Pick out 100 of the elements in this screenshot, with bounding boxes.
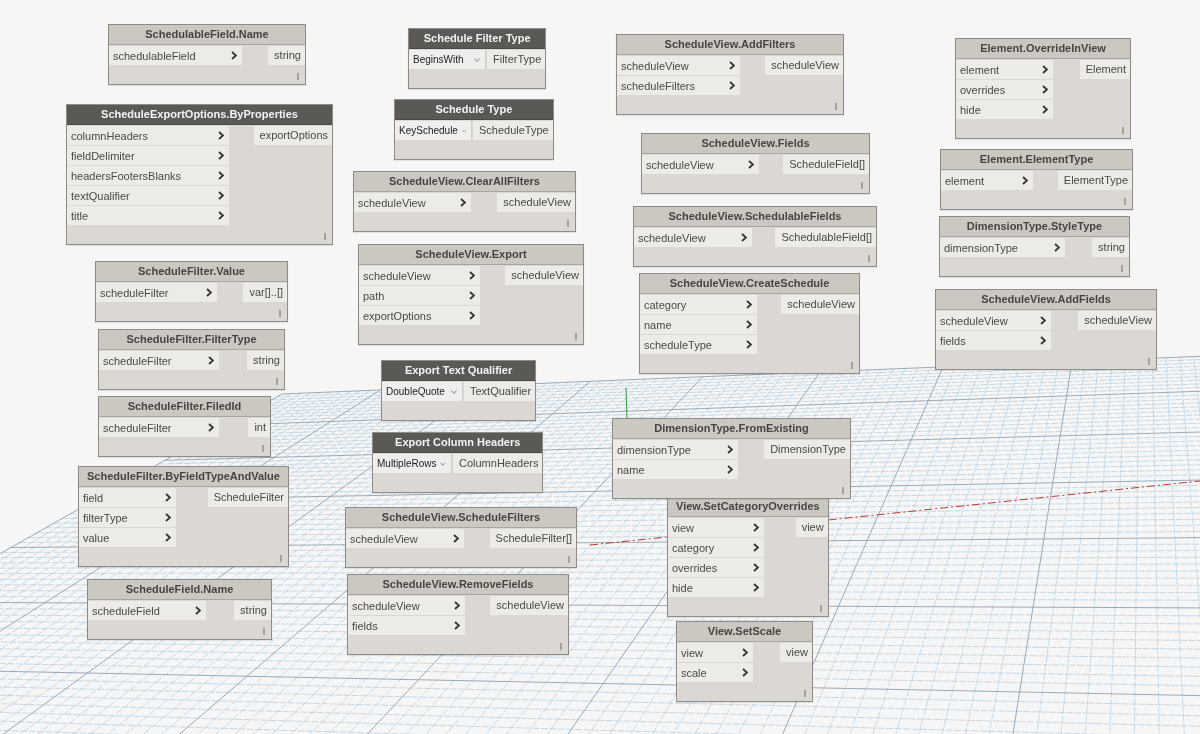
node-card[interactable]: ScheduleView.RemoveFields scheduleView fields scheduleView: [347, 574, 569, 655]
input-port[interactable]: scheduleView: [354, 193, 471, 212]
output-port[interactable]: Element: [1079, 60, 1130, 79]
input-port[interactable]: fields: [936, 331, 1051, 350]
dropdown[interactable]: MultipleRows: [373, 454, 452, 473]
input-port[interactable]: scheduleField: [88, 601, 206, 620]
input-port[interactable]: scheduleType: [640, 335, 757, 354]
output-port[interactable]: ScheduleFilter: [207, 488, 288, 507]
output-port[interactable]: scheduleView: [781, 295, 859, 314]
input-port[interactable]: overrides: [956, 80, 1053, 99]
input-port[interactable]: scheduleView: [348, 596, 465, 615]
input-port[interactable]: columnHeaders: [67, 126, 229, 145]
input-port[interactable]: schedulableField: [109, 46, 242, 65]
node-card[interactable]: ScheduleFilter.Value scheduleFilter var[]..[]: [95, 261, 288, 322]
output-port[interactable]: string: [247, 351, 284, 370]
node-card[interactable]: ScheduleField.Name scheduleField string: [87, 579, 272, 640]
input-port[interactable]: scheduleView: [346, 529, 464, 548]
input-port[interactable]: hide: [668, 578, 764, 597]
input-port[interactable]: view: [668, 518, 764, 537]
input-port[interactable]: element: [941, 171, 1033, 190]
chevron-icon: [1042, 105, 1048, 114]
input-port[interactable]: category: [640, 295, 757, 314]
input-port[interactable]: view: [677, 643, 753, 662]
output-port[interactable]: ScheduleType: [473, 121, 553, 140]
input-port[interactable]: exportOptions: [359, 306, 480, 325]
input-port[interactable]: scheduleView: [359, 266, 480, 285]
output-port[interactable]: scheduleView: [497, 193, 575, 212]
output-port[interactable]: scheduleView: [1078, 311, 1156, 330]
dropdown[interactable]: KeySchedule: [395, 121, 472, 140]
output-port[interactable]: view: [795, 518, 828, 537]
output-port[interactable]: scheduleView: [505, 266, 583, 285]
node-card[interactable]: ScheduleExportOptions.ByProperties columnHeaders fieldDelimiter headersFootersBlanks textQualifier title exportOptions: [66, 104, 333, 245]
node-card[interactable]: SchedulableField.Name schedulableField string: [108, 24, 306, 85]
input-port[interactable]: overrides: [668, 558, 764, 577]
node-card[interactable]: View.SetCategoryOverrides view category overrides hide view: [667, 496, 829, 617]
node-card[interactable]: DimensionType.StyleType dimensionType string: [939, 216, 1130, 277]
node-card[interactable]: View.SetScale view scale view: [676, 621, 813, 702]
dropdown[interactable]: BeginsWith: [409, 50, 486, 69]
input-port[interactable]: title: [67, 206, 229, 225]
output-port[interactable]: FilterType: [487, 50, 546, 69]
node-card[interactable]: Export Column Headers MultipleRows ColumnHeaders: [372, 432, 544, 493]
input-port[interactable]: scheduleView: [634, 228, 752, 247]
input-port[interactable]: dimensionType: [613, 440, 738, 459]
input-port[interactable]: textQualifier: [67, 186, 229, 205]
input-port[interactable]: scheduleFilter: [96, 283, 217, 302]
input-port[interactable]: name: [640, 315, 757, 334]
output-port[interactable]: ScheduleFilter[]: [489, 529, 576, 548]
input-port[interactable]: dimensionType: [940, 238, 1065, 257]
input-port[interactable]: scheduleView: [642, 155, 759, 174]
output-port[interactable]: ScheduleField[]: [783, 155, 869, 174]
node-card[interactable]: Schedule Type KeySchedule ScheduleType: [394, 99, 554, 160]
node-card[interactable]: Export Text Qualifier DoubleQuote TextQualifier: [381, 360, 537, 421]
input-port[interactable]: value: [79, 528, 176, 547]
node-card[interactable]: ScheduleFilter.FilterType scheduleFilter string: [98, 329, 285, 390]
output-port[interactable]: scheduleView: [765, 56, 843, 75]
output-port[interactable]: view: [780, 643, 812, 662]
input-port[interactable]: scheduleFilter: [99, 418, 219, 437]
node-card[interactable]: ScheduleFilter.ByFieldTypeAndValue field filterType value ScheduleFilter: [78, 466, 289, 567]
input-port[interactable]: element: [956, 60, 1053, 79]
input-port[interactable]: filterType: [79, 508, 176, 527]
node-card[interactable]: ScheduleView.CreateSchedule category name scheduleType scheduleView: [639, 273, 860, 374]
output-port[interactable]: string: [268, 46, 305, 65]
node-card[interactable]: Element.ElementType element ElementType: [940, 149, 1133, 210]
input-port[interactable]: name: [613, 460, 738, 479]
node-card[interactable]: ScheduleView.Export scheduleView path exportOptions scheduleView: [358, 244, 584, 345]
input-port[interactable]: headersFootersBlanks: [67, 166, 229, 185]
output-port[interactable]: ColumnHeaders: [453, 454, 543, 473]
node-card[interactable]: ScheduleView.ScheduleFilters scheduleView ScheduleFilter[]: [345, 507, 577, 568]
input-port[interactable]: fieldDelimiter: [67, 146, 229, 165]
input-port[interactable]: category: [668, 538, 764, 557]
output-port[interactable]: var[]..[]: [243, 283, 287, 302]
node-card[interactable]: ScheduleView.AddFilters scheduleView scheduleFilters scheduleView: [616, 34, 844, 115]
output-port[interactable]: ElementType: [1057, 171, 1132, 190]
node-card[interactable]: Schedule Filter Type BeginsWith FilterType: [408, 28, 547, 89]
node-card[interactable]: ScheduleView.ClearAllFilters scheduleView scheduleView: [353, 171, 576, 232]
output-port[interactable]: int: [248, 418, 270, 437]
input-port[interactable]: scheduleView: [936, 311, 1051, 330]
input-port[interactable]: scale: [677, 663, 753, 682]
output-port[interactable]: exportOptions: [253, 126, 332, 145]
node-card[interactable]: ScheduleView.SchedulableFields scheduleView SchedulableField[]: [633, 206, 877, 267]
input-port[interactable]: hide: [956, 100, 1053, 119]
output-port[interactable]: DimensionType: [764, 440, 850, 459]
output-port[interactable]: string: [1092, 238, 1129, 257]
node-header: ScheduleField.Name: [88, 580, 271, 600]
node-card[interactable]: ScheduleView.AddFields scheduleView fields scheduleView: [935, 289, 1157, 370]
node-card[interactable]: ScheduleView.Fields scheduleView ScheduleField[]: [641, 133, 870, 194]
input-port[interactable]: field: [79, 488, 176, 507]
output-port[interactable]: SchedulableField[]: [775, 228, 876, 247]
node-card[interactable]: DimensionType.FromExisting dimensionType name DimensionType: [612, 418, 851, 499]
input-port[interactable]: fields: [348, 616, 465, 635]
node-card[interactable]: ScheduleFilter.FiledId scheduleFilter int: [98, 396, 271, 457]
input-port[interactable]: scheduleView: [617, 56, 740, 75]
node-card[interactable]: Element.OverrideInView element overrides hide Element: [955, 38, 1131, 139]
output-port[interactable]: string: [234, 601, 271, 620]
input-port[interactable]: scheduleFilters: [617, 76, 740, 95]
output-port[interactable]: scheduleView: [490, 596, 568, 615]
output-port[interactable]: TextQualifier: [464, 382, 536, 401]
input-port[interactable]: path: [359, 286, 480, 305]
dropdown[interactable]: DoubleQuote: [382, 382, 463, 401]
input-port[interactable]: scheduleFilter: [99, 351, 219, 370]
